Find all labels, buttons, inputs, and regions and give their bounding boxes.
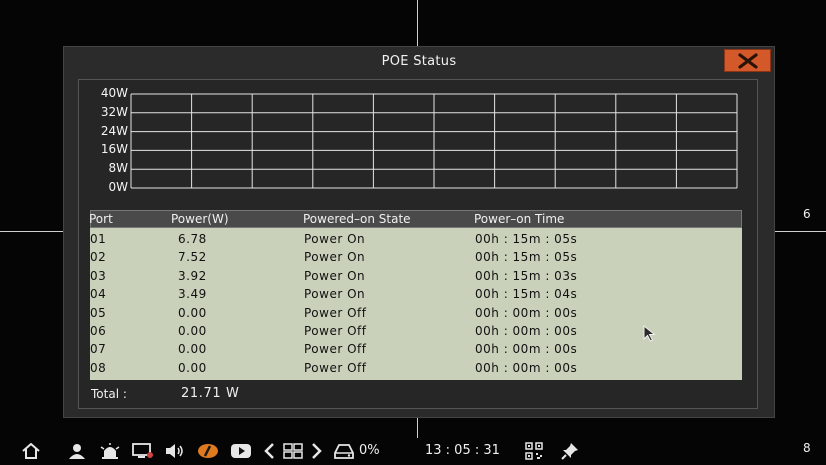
cell-state: Power On bbox=[304, 287, 366, 302]
header-port: Port bbox=[89, 212, 113, 226]
cell-port: 07 bbox=[90, 342, 107, 357]
previous-button[interactable] bbox=[261, 441, 277, 461]
table-row: 01 6.78 Power On 00h : 15m : 05s bbox=[90, 230, 742, 248]
cell-time: 00h : 15m : 05s bbox=[475, 232, 578, 246]
playback-icon bbox=[231, 444, 251, 458]
cell-time: 00h : 00m : 00s bbox=[475, 324, 578, 338]
cell-power: 3.92 bbox=[178, 268, 207, 283]
hdd-button[interactable] bbox=[333, 441, 355, 461]
cell-power: 0.00 bbox=[178, 360, 207, 375]
qr-code-icon bbox=[525, 442, 543, 460]
close-icon bbox=[737, 52, 758, 69]
cell-time: 00h : 00m : 00s bbox=[475, 305, 578, 320]
cell-state: Power On bbox=[304, 268, 366, 283]
table-header: Port Power(W) Powered–on State Power–on … bbox=[89, 210, 742, 228]
cell-state: Power On bbox=[304, 250, 366, 265]
dialog-title: POE Status bbox=[381, 54, 457, 69]
pin-button[interactable] bbox=[559, 441, 581, 461]
cell-power: 0.00 bbox=[178, 324, 207, 338]
cell-power: 7.52 bbox=[178, 250, 207, 265]
record-button[interactable] bbox=[196, 441, 220, 461]
view-divider-vertical-bottom bbox=[417, 416, 418, 438]
cell-time: 00h : 15m : 04s bbox=[475, 287, 578, 302]
alarm-icon bbox=[100, 443, 120, 459]
port-table: Port Power(W) Powered–on State Power–on … bbox=[89, 210, 742, 380]
view-divider-horizontal-right bbox=[773, 231, 826, 232]
channel-number-6: 6 bbox=[803, 207, 811, 221]
table-row: 05 0.00 Power Off 00h : 00m : 00s bbox=[90, 304, 742, 322]
header-time: Power–on Time bbox=[474, 212, 565, 226]
layout-button[interactable] bbox=[282, 441, 304, 461]
table-row: 02 7.52 Power On 00h : 15m : 05s bbox=[90, 248, 742, 266]
cell-state: Power Off bbox=[304, 324, 367, 338]
cell-time: 00h : 00m : 00s bbox=[475, 360, 578, 375]
poe-status-dialog: POE Status 40W 32W 24W 16W 8W 0W Port Power(W… bbox=[63, 46, 775, 418]
table-row: 08 0.00 Power Off 00h : 00m : 00s bbox=[90, 359, 742, 377]
cell-time: 00h : 00m : 00s bbox=[475, 342, 578, 357]
next-icon bbox=[312, 443, 322, 459]
cell-state: Power On bbox=[304, 232, 366, 246]
prev-icon bbox=[264, 443, 274, 459]
cell-port: 03 bbox=[90, 268, 107, 283]
total-value: 21.71 W bbox=[181, 386, 240, 401]
table-row: 07 0.00 Power Off 00h : 00m : 00s bbox=[90, 340, 742, 358]
cell-state: Power Off bbox=[304, 360, 367, 375]
view-divider-horizontal-left bbox=[0, 231, 63, 232]
cell-port: 02 bbox=[90, 250, 107, 265]
monitor-button[interactable] bbox=[131, 441, 155, 461]
volume-button[interactable] bbox=[164, 441, 186, 461]
cell-state: Power Off bbox=[304, 342, 367, 357]
table-row: 04 3.49 Power On 00h : 15m : 04s bbox=[90, 285, 742, 303]
close-button[interactable] bbox=[724, 49, 771, 72]
power-chart: 40W 32W 24W 16W 8W 0W bbox=[79, 80, 757, 198]
header-power: Power(W) bbox=[171, 212, 229, 226]
total-label: Total : bbox=[91, 387, 127, 401]
cell-port: 06 bbox=[90, 324, 107, 338]
alarm-button[interactable] bbox=[98, 441, 122, 461]
cell-power: 6.78 bbox=[178, 232, 207, 246]
volume-icon bbox=[166, 444, 183, 458]
view-divider-vertical-top bbox=[417, 0, 418, 46]
cell-time: 00h : 15m : 05s bbox=[475, 250, 578, 265]
cell-power: 0.00 bbox=[178, 305, 207, 320]
taskbar: 0% 13 : 05 : 31 bbox=[0, 437, 826, 465]
cell-state: Power Off bbox=[304, 305, 367, 320]
record-icon bbox=[198, 444, 218, 458]
cell-port: 04 bbox=[90, 287, 107, 302]
pin-icon bbox=[561, 443, 578, 460]
system-clock: 13 : 05 : 31 bbox=[425, 443, 500, 458]
hdd-icon bbox=[334, 444, 354, 459]
power-chart-grid bbox=[130, 93, 738, 189]
poe-panel: 40W 32W 24W 16W 8W 0W Port Power(W) Powered–o… bbox=[78, 79, 758, 409]
next-button[interactable] bbox=[309, 441, 325, 461]
home-button[interactable] bbox=[20, 441, 42, 461]
qr-code-button[interactable] bbox=[523, 441, 545, 461]
mouse-cursor-icon bbox=[643, 325, 656, 342]
playback-button[interactable] bbox=[229, 441, 253, 461]
cell-power: 0.00 bbox=[178, 342, 207, 357]
grid-layout-icon bbox=[283, 443, 303, 459]
user-button[interactable] bbox=[66, 441, 88, 461]
home-icon bbox=[22, 443, 40, 459]
hdd-usage: 0% bbox=[359, 443, 380, 458]
header-state: Powered–on State bbox=[303, 212, 411, 226]
cell-time: 00h : 15m : 03s bbox=[475, 268, 578, 283]
cell-port: 05 bbox=[90, 305, 107, 320]
cell-power: 3.49 bbox=[178, 287, 207, 302]
cell-port: 08 bbox=[90, 360, 107, 375]
cell-port: 01 bbox=[90, 232, 107, 246]
user-icon bbox=[69, 444, 85, 459]
monitor-icon bbox=[132, 443, 153, 458]
table-row: 03 3.92 Power On 00h : 15m : 03s bbox=[90, 267, 742, 285]
